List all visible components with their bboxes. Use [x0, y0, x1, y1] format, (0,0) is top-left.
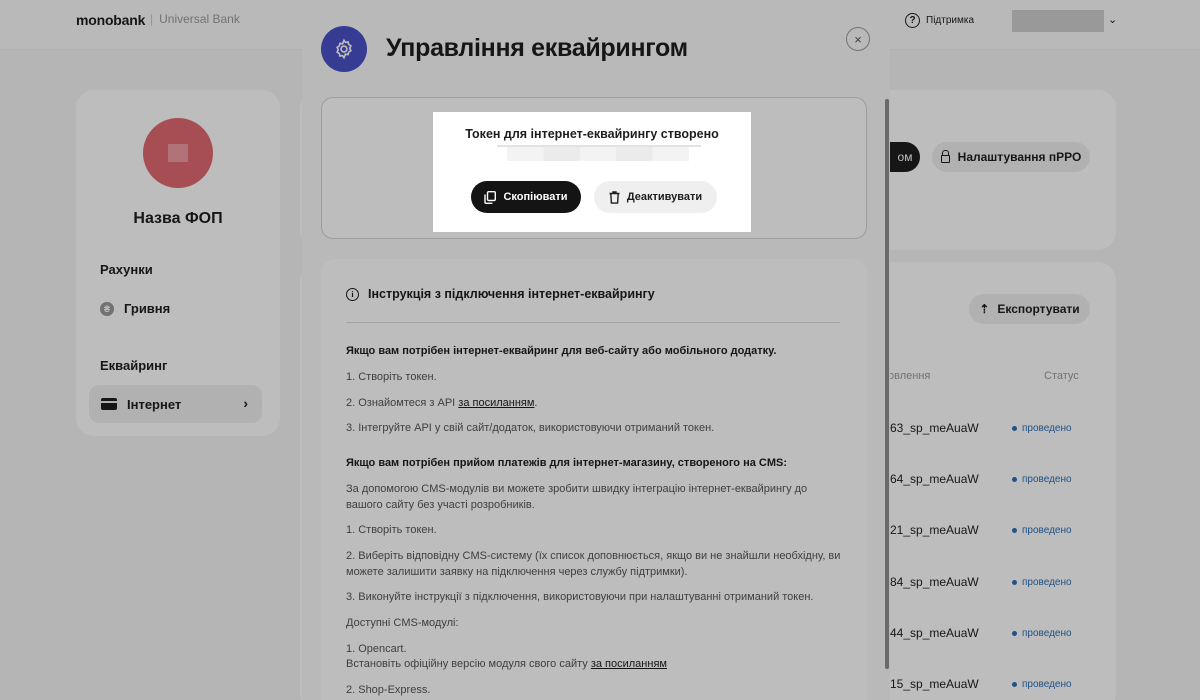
- trash-icon: [609, 190, 620, 204]
- copy-label: Скопіювати: [503, 191, 568, 203]
- deactivate-label: Деактивувати: [626, 191, 703, 203]
- popup-title: Токен для інтернет-еквайрингу створено: [465, 127, 719, 141]
- copy-icon: [484, 190, 497, 204]
- modal-overlay: [0, 0, 1200, 700]
- copy-button[interactable]: Скопіювати: [471, 181, 581, 213]
- token-value: [507, 147, 689, 161]
- deactivate-button[interactable]: Деактивувати: [594, 181, 717, 213]
- token-created-popup: Токен для інтернет-еквайрингу створено С…: [433, 112, 751, 232]
